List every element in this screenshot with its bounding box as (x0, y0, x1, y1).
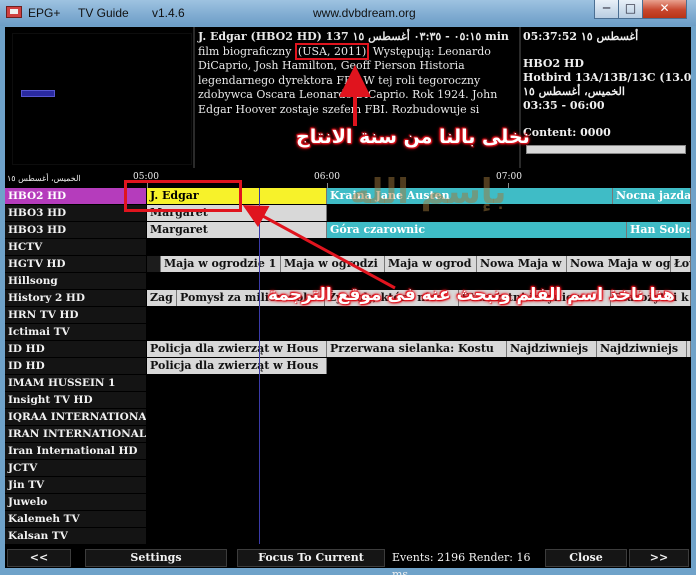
annotation-arrows (242, 65, 396, 290)
arrow-to-title (242, 205, 396, 290)
